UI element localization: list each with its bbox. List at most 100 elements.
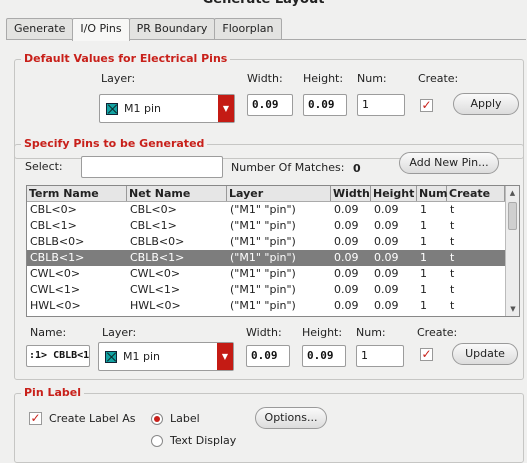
create-label-checkbox[interactable]: ✓ [29, 412, 42, 425]
text-display-radio[interactable] [151, 435, 163, 447]
cell-width: 0.09 [334, 299, 359, 312]
cell-num: 1 [420, 267, 427, 280]
default-width-field[interactable]: 0.09 [247, 94, 293, 116]
specify-pins-title: Specify Pins to be Generated [21, 137, 208, 150]
name-label: Name: [30, 326, 67, 339]
cell-layer: ("M1" "pin") [230, 235, 296, 248]
name-field[interactable]: :1> CBLB<1 [26, 345, 90, 367]
col-term-name[interactable]: Term Name [27, 186, 127, 201]
cell-num: 1 [420, 219, 427, 232]
pin-label-group: Pin Label ✓ Create Label As Label Text D… [14, 386, 524, 463]
cell-term-name: CWL<0> [30, 267, 81, 280]
edit-height-field[interactable]: 0.09 [302, 345, 346, 367]
cell-net-name: CBL<1> [130, 219, 177, 232]
edit-width-field[interactable]: 0.09 [246, 345, 290, 367]
col-layer[interactable]: Layer [227, 186, 331, 201]
col-width[interactable]: Width [331, 186, 371, 201]
table-row[interactable]: CBLB<1> CBLB<1> ("M1" "pin") 0.09 0.09 1 t [27, 250, 519, 266]
cell-create: t [450, 299, 455, 312]
apply-button[interactable]: Apply [453, 93, 519, 115]
tab-io-pins[interactable]: I/O Pins [72, 18, 130, 41]
scroll-down-icon[interactable]: ▼ [506, 302, 519, 316]
col-num[interactable]: Num [417, 186, 448, 201]
cell-width: 0.09 [334, 283, 359, 296]
matches-label: Number Of Matches: [231, 161, 345, 174]
default-layer-select[interactable]: M1 pin ▼ [99, 94, 235, 123]
cell-height: 0.09 [374, 203, 399, 216]
col-height[interactable]: Height [371, 186, 417, 201]
layer-swatch-icon [105, 350, 117, 363]
table-row[interactable]: CWL<0> CWL<0> ("M1" "pin") 0.09 0.09 1 t [27, 266, 519, 282]
window-title: Generate Layout [0, 0, 527, 10]
cell-create: t [450, 267, 455, 280]
cell-net-name: CBL<0> [130, 203, 177, 216]
default-width-label: Width: [247, 72, 283, 85]
layer-swatch-icon [106, 102, 118, 115]
update-button[interactable]: Update [452, 343, 518, 365]
cell-height: 0.09 [374, 299, 399, 312]
label-radio[interactable] [151, 413, 163, 425]
cell-num: 1 [420, 283, 427, 296]
edit-layer-label: Layer: [102, 326, 137, 339]
tab-floorplan[interactable]: Floorplan [214, 18, 282, 40]
default-height-field[interactable]: 0.09 [303, 94, 347, 116]
default-num-field[interactable]: 1 [357, 94, 405, 116]
edit-num-field[interactable]: 1 [356, 345, 404, 367]
chevron-down-icon[interactable]: ▼ [218, 95, 234, 122]
cell-width: 0.09 [334, 235, 359, 248]
cell-net-name: CWL<1> [130, 283, 181, 296]
col-net-name[interactable]: Net Name [127, 186, 227, 201]
edit-num-label: Num: [356, 326, 386, 339]
table-row[interactable]: CWL<1> CWL<1> ("M1" "pin") 0.09 0.09 1 t [27, 282, 519, 298]
col-create[interactable]: Create [447, 186, 505, 201]
default-layer-label: Layer: [101, 72, 136, 85]
select-label: Select: [25, 160, 63, 173]
table-row[interactable]: CBL<0> CBL<0> ("M1" "pin") 0.09 0.09 1 t [27, 202, 519, 218]
cell-layer: ("M1" "pin") [230, 251, 296, 264]
cell-create: t [450, 283, 455, 296]
tab-pr-boundary[interactable]: PR Boundary [128, 18, 216, 40]
cell-height: 0.09 [374, 235, 399, 248]
io-pins-pane: Default Values for Electrical Pins Layer… [6, 39, 526, 463]
cell-net-name: HWL<0> [130, 299, 181, 312]
matches-count: 0 [353, 162, 361, 175]
create-label-as-label: Create Label As [49, 412, 136, 425]
default-create-checkbox[interactable]: ✓ [420, 99, 433, 112]
edit-create-label: Create: [417, 326, 458, 339]
default-height-label: Height: [303, 72, 344, 85]
cell-num: 1 [420, 235, 427, 248]
pins-table[interactable]: Term Name Net Name Layer Width Height Nu… [26, 185, 520, 317]
default-create-label: Create: [418, 72, 459, 85]
table-body: CBL<0> CBL<0> ("M1" "pin") 0.09 0.09 1 t CBL<1>… [27, 202, 519, 314]
edit-create-checkbox[interactable]: ✓ [420, 348, 433, 361]
table-scrollbar[interactable]: ▲ ▼ [505, 186, 519, 316]
table-row[interactable]: CBL<1> CBL<1> ("M1" "pin") 0.09 0.09 1 t [27, 218, 519, 234]
tab-bar: Generate I/O Pins PR Boundary Floorplan [6, 18, 282, 41]
cell-width: 0.09 [334, 203, 359, 216]
options-button[interactable]: Options... [255, 407, 327, 429]
cell-term-name: CWL<1> [30, 283, 81, 296]
cell-height: 0.09 [374, 267, 399, 280]
cell-height: 0.09 [374, 251, 399, 264]
cell-layer: ("M1" "pin") [230, 267, 296, 280]
tab-generate[interactable]: Generate [6, 18, 74, 40]
cell-layer: ("M1" "pin") [230, 299, 296, 312]
edit-layer-value: M1 pin [123, 350, 160, 363]
cell-create: t [450, 219, 455, 232]
edit-layer-select[interactable]: M1 pin ▼ [98, 342, 234, 371]
select-input[interactable] [81, 156, 223, 178]
chevron-down-icon[interactable]: ▼ [217, 343, 233, 370]
cell-num: 1 [420, 251, 427, 264]
table-header: Term Name Net Name Layer Width Height Nu… [27, 186, 519, 202]
scroll-thumb[interactable] [508, 202, 517, 230]
cell-num: 1 [420, 203, 427, 216]
cell-num: 1 [420, 299, 427, 312]
cell-height: 0.09 [374, 283, 399, 296]
scroll-up-icon[interactable]: ▲ [506, 186, 519, 200]
table-row[interactable]: CBLB<0> CBLB<0> ("M1" "pin") 0.09 0.09 1 t [27, 234, 519, 250]
cell-width: 0.09 [334, 251, 359, 264]
table-row[interactable]: HWL<0> HWL<0> ("M1" "pin") 0.09 0.09 1 t [27, 298, 519, 314]
pin-label-title: Pin Label [21, 386, 85, 399]
add-new-pin-button[interactable]: Add New Pin... [399, 152, 499, 174]
default-num-label: Num: [357, 72, 387, 85]
